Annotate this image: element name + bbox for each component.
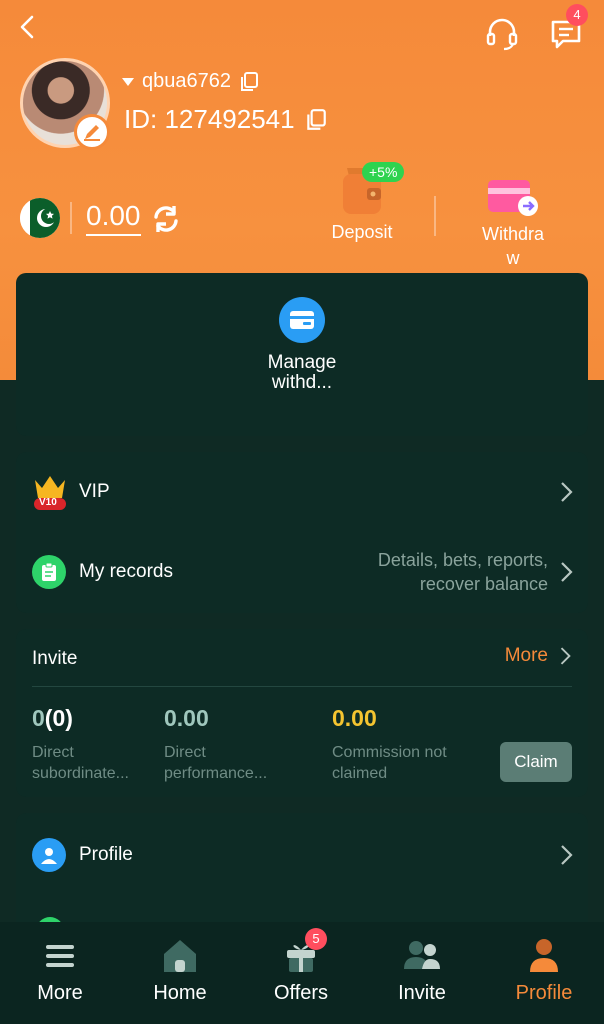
bank-card-icon: [290, 311, 314, 329]
messages-badge: 4: [566, 4, 588, 26]
menu-icon: [46, 945, 74, 967]
invite-card: Invite More 0(0) Direct subordinate... 0…: [16, 629, 588, 797]
offers-badge: 5: [305, 928, 327, 950]
commission-stat: 0.00 Commission not claimed: [332, 705, 447, 784]
caret-down-icon: [122, 77, 134, 86]
vip-row[interactable]: V10 VIP: [16, 462, 588, 522]
nav-more[interactable]: More: [10, 936, 110, 1005]
bottom-navigation: More Home 5 Offers Invite Profile: [0, 922, 604, 1024]
commission-label-line1: Commission not: [332, 744, 447, 761]
chevron-right-icon: [561, 562, 573, 582]
nav-invite-label: Invite: [398, 982, 446, 1004]
refresh-icon: [154, 206, 178, 232]
nav-profile-label: Profile: [515, 982, 573, 1004]
invite-title: Invite: [32, 648, 78, 669]
nav-invite[interactable]: Invite: [372, 936, 472, 1005]
manage-withdraw-label-line2: withd...: [271, 372, 333, 393]
records-hint-line2: recover balance: [419, 574, 548, 594]
manage-withdraw-icon-wrap: [279, 297, 325, 343]
manage-withdraw-label-line1: Manage: [267, 352, 337, 373]
balance-value: 0.00: [86, 200, 141, 236]
direct-performance-stat: 0.00 Direct performance...: [164, 705, 282, 784]
manage-withdraw-card: Manage withd...: [16, 273, 588, 436]
withdraw-label-line1: Withdra: [481, 224, 544, 244]
nav-offers-label: Offers: [273, 982, 329, 1004]
refresh-balance-button[interactable]: [150, 203, 182, 235]
chevron-right-icon: [561, 482, 573, 502]
deposit-bonus-badge: +5%: [362, 162, 405, 182]
commission-value: 0.00: [332, 705, 377, 731]
direct-sub-count: 0: [32, 705, 45, 731]
copy-icon[interactable]: [239, 71, 259, 93]
chevron-right-icon: [560, 647, 571, 665]
user-id-row[interactable]: ID: 127492541: [124, 104, 327, 135]
country-flag-icon[interactable]: [20, 198, 60, 238]
nav-offers[interactable]: 5 Offers: [251, 928, 351, 1005]
profile-row[interactable]: Profile: [16, 825, 588, 885]
menu-card: V10 VIP My records Details, bets, report…: [16, 452, 588, 613]
people-icon: [404, 941, 440, 969]
invite-more-link[interactable]: More: [505, 645, 572, 667]
vip-label: VIP: [79, 481, 110, 502]
pencil-icon: [84, 125, 100, 141]
direct-subordinate-stat: 0(0) Direct subordinate...: [32, 705, 142, 784]
manage-withdraw-button[interactable]: Manage withd...: [252, 297, 352, 393]
edit-avatar-button[interactable]: [74, 114, 110, 150]
profile-icon: [530, 939, 558, 972]
divider: [70, 202, 72, 234]
nav-home[interactable]: Home: [130, 936, 230, 1005]
direct-perf-label: Direct performance...: [164, 744, 268, 782]
username-row[interactable]: qbua6762: [122, 70, 259, 93]
my-records-label: My records: [79, 561, 173, 582]
direct-sub-label: Direct subordinate...: [32, 744, 129, 782]
user-id: ID: 127492541: [124, 104, 295, 134]
nav-more-label: More: [37, 982, 83, 1004]
invite-more-label: More: [504, 645, 548, 666]
crown-icon: V10: [32, 472, 68, 512]
records-icon: [32, 555, 66, 589]
commission-label-line2: claimed: [332, 765, 388, 782]
user-profile-icon: [32, 838, 66, 872]
back-button[interactable]: [12, 10, 42, 44]
copy-icon[interactable]: [305, 108, 327, 132]
home-icon: [164, 940, 196, 972]
my-records-row[interactable]: My records Details, bets, reports, recov…: [16, 542, 588, 602]
withdraw-button[interactable]: Withdra w: [468, 176, 558, 270]
nav-profile[interactable]: Profile: [494, 936, 594, 1005]
back-arrow-icon: [20, 15, 34, 39]
direct-sub-extra: (0): [44, 705, 73, 731]
records-hint-line1: Details, bets, reports,: [377, 550, 548, 570]
divider: [434, 196, 436, 236]
card-withdraw-icon: [488, 180, 538, 216]
vip-level: V10: [39, 497, 57, 508]
withdraw-label-line2: w: [506, 248, 520, 268]
deposit-label: Deposit: [331, 222, 393, 242]
nav-home-label: Home: [153, 982, 207, 1004]
deposit-button[interactable]: +5% Deposit: [322, 160, 405, 243]
claim-button[interactable]: Claim: [500, 742, 572, 782]
direct-perf-value: 0.00: [164, 705, 209, 731]
chevron-right-icon: [561, 845, 573, 865]
divider: [32, 686, 572, 687]
headset-icon: [486, 18, 518, 51]
username: qbua6762: [142, 70, 231, 92]
messages-button[interactable]: 4: [546, 4, 588, 54]
customer-support-button[interactable]: [482, 14, 522, 54]
profile-label: Profile: [79, 844, 133, 865]
